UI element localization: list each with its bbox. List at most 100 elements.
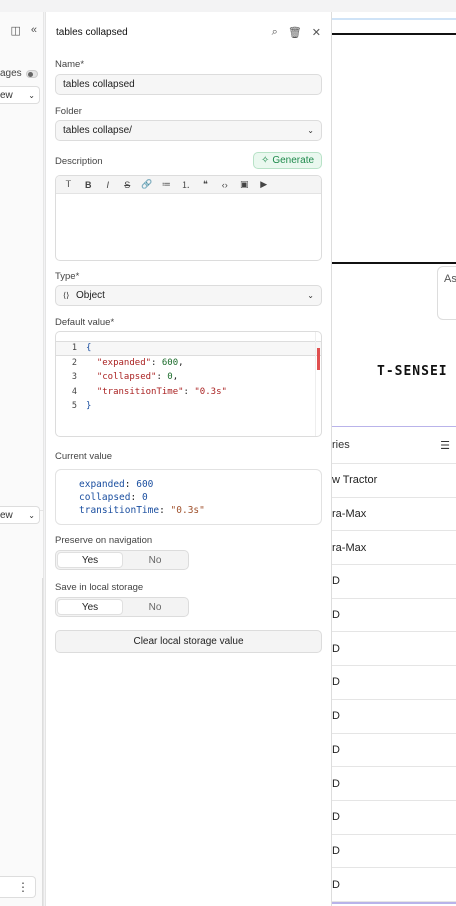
editor-toolbar: Ꭲ B I S 🔗 ≔ ⒈ ❝ ‹› ▣ ▶	[56, 176, 321, 194]
line-number: 2	[71, 357, 77, 368]
required-mark: *	[80, 59, 85, 70]
table-row[interactable]: D	[332, 565, 456, 599]
table-row[interactable]: D	[332, 801, 456, 835]
divider	[332, 18, 456, 20]
strikethrough-icon[interactable]: S	[118, 180, 138, 190]
code-line[interactable]: 1{	[56, 341, 321, 356]
code-line[interactable]: 5}	[56, 399, 321, 414]
line-number: 4	[71, 386, 77, 397]
local-storage-no-option[interactable]: No	[123, 599, 187, 615]
entry-separator: :	[130, 492, 142, 503]
view-select-top[interactable]: ew ⌄	[0, 86, 40, 104]
entry-separator: :	[124, 479, 137, 490]
header-actions: ⌕ 🗑 ✕	[272, 26, 321, 39]
code-token: "transitionTime"	[96, 386, 184, 397]
numbered-list-icon[interactable]: ⒈	[176, 178, 196, 191]
type-label-text: Type	[55, 271, 76, 282]
column-header: ries	[332, 439, 350, 451]
clear-local-storage-button[interactable]: Clear local storage value	[55, 630, 322, 653]
code-line[interactable]: 3 "collapsed": 0,	[56, 370, 321, 385]
table-row[interactable]: D	[332, 666, 456, 700]
line-number: 1	[71, 343, 77, 354]
code-token: :	[151, 357, 162, 368]
code-line[interactable]: 2 "expanded": 600,	[56, 356, 321, 371]
default-value-label-text: Default value	[55, 317, 111, 328]
table-row[interactable]: w Tractor	[332, 464, 456, 498]
preserve-yes-option[interactable]: Yes	[57, 552, 123, 568]
name-value: tables collapsed	[63, 79, 135, 90]
code-text: }	[86, 401, 91, 411]
code-line[interactable]: 4 "transitionTime": "0.3s"	[56, 385, 321, 400]
default-value-label: Default value*	[55, 317, 114, 328]
search-icon[interactable]: ⌕	[272, 26, 278, 39]
table-row[interactable]: D	[332, 835, 456, 869]
chevron-down-icon: ⌄	[307, 291, 314, 300]
close-icon[interactable]: ✕	[312, 26, 321, 39]
divider	[332, 33, 456, 35]
bullet-list-icon[interactable]: ≔	[157, 179, 177, 190]
table-row[interactable]: D	[332, 599, 456, 633]
more-options-button[interactable]: ⋮	[0, 876, 36, 898]
local-storage-label: Save in local storage	[55, 582, 144, 593]
code-token: "expanded"	[96, 357, 152, 368]
preserve-no-option[interactable]: No	[123, 552, 187, 568]
generate-label: Generate	[272, 155, 315, 166]
preview-input-placeholder: As	[444, 273, 456, 285]
divider	[42, 578, 43, 906]
filter-icon[interactable]: ☰	[440, 439, 450, 452]
local-storage-yes-option[interactable]: Yes	[57, 599, 123, 615]
link-icon[interactable]: 🔗	[137, 179, 157, 190]
video-icon[interactable]: ▶	[254, 179, 274, 190]
table-row[interactable]: D	[332, 632, 456, 667]
panel-title: tables collapsed	[56, 26, 128, 38]
line-number: 5	[71, 401, 77, 412]
view-select-label: ew	[0, 509, 13, 521]
image-icon[interactable]: ▣	[235, 179, 255, 190]
preview-brand: T-SENSEI IS	[377, 364, 456, 379]
code-lines: 1{2 "expanded": 600, 3 "collapsed": 0, 4 "…	[56, 332, 321, 414]
text-style-icon[interactable]: Ꭲ	[59, 179, 79, 190]
editor-scrollbar[interactable]	[315, 332, 321, 436]
default-value-code-editor[interactable]: 1{2 "expanded": 600, 3 "collapsed": 0, 4 "…	[55, 331, 322, 437]
panel-header: tables collapsed ⌕ 🗑 ✕	[56, 24, 321, 40]
code-token: {	[86, 343, 92, 354]
table-row[interactable]: D	[332, 868, 456, 902]
current-value-display: expanded: 600 collapsed: 0 transitionTime:…	[55, 469, 322, 525]
trash-icon[interactable]: 🗑	[288, 26, 302, 39]
type-select[interactable]: ⟨⟩ Object ⌄	[55, 285, 322, 306]
variable-editor-panel: tables collapsed ⌕ 🗑 ✕ Name* tables coll…	[45, 12, 331, 906]
name-field[interactable]: tables collapsed	[55, 74, 322, 95]
table-row[interactable]: D	[332, 700, 456, 734]
collapse-left-icon[interactable]: «	[31, 24, 37, 37]
table-row[interactable]: D	[332, 767, 456, 801]
description-editor[interactable]: Ꭲ B I S 🔗 ≔ ⒈ ❝ ‹› ▣ ▶	[55, 175, 322, 261]
local-storage-toggle: Yes No	[55, 597, 189, 617]
divider	[332, 902, 456, 904]
table-row[interactable]: ra-Max	[332, 531, 456, 566]
generate-button[interactable]: ✧ Generate	[253, 152, 322, 169]
quote-icon[interactable]: ❝	[196, 179, 216, 190]
view-select-bottom[interactable]: ew ⌄	[0, 506, 40, 524]
folder-select[interactable]: tables collapse/ ⌄	[55, 120, 322, 141]
table-row[interactable]: D	[332, 734, 456, 768]
pages-toggle[interactable]	[25, 69, 38, 78]
more-vertical-icon: ⋮	[17, 880, 29, 894]
name-label-text: Name	[55, 59, 81, 70]
code-text: "transitionTime": "0.3s"	[86, 387, 227, 397]
current-value-label: Current value	[55, 451, 113, 462]
code-icon[interactable]: ‹›	[215, 180, 235, 190]
italic-icon[interactable]: I	[98, 180, 118, 190]
code-token: ,	[172, 372, 179, 383]
object-icon: ⟨⟩	[63, 291, 70, 300]
preserve-label: Preserve on navigation	[55, 535, 153, 546]
chevron-down-icon: ⌄	[28, 90, 35, 100]
divider	[332, 262, 456, 264]
canvas-preview: As T-SENSEI IS ries ☰ w Tractorra-Maxra-…	[331, 12, 456, 906]
pages-label: ages	[0, 68, 22, 79]
code-text: "collapsed": 0,	[86, 372, 178, 382]
bold-icon[interactable]: B	[79, 180, 99, 190]
preview-input[interactable]: As	[437, 266, 456, 320]
code-token: }	[86, 401, 92, 412]
table-row[interactable]: ra-Max	[332, 498, 456, 532]
panel-toggle-icon[interactable]: ◫	[10, 24, 20, 37]
